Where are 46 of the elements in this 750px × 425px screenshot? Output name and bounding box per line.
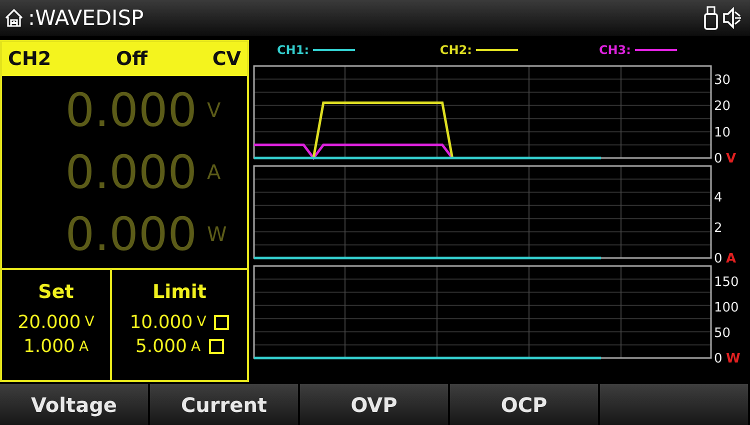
axis-unit-label: V <box>726 152 736 164</box>
output-state: Off <box>116 46 148 72</box>
axis-tick-label: 0 <box>714 252 722 264</box>
channel-label: CH2 <box>8 46 52 72</box>
set-unit: A <box>78 338 89 356</box>
softkey-button[interactable]: Current <box>150 384 300 425</box>
usb-drive-icon <box>704 6 718 30</box>
reading-value: 0.000 <box>65 211 197 257</box>
softkey-button[interactable]: Voltage <box>0 384 150 425</box>
legend-label: CH1: <box>277 42 309 59</box>
reading-unit: V <box>207 100 222 120</box>
reading-unit: W <box>207 224 225 244</box>
checkbox[interactable] <box>214 315 230 330</box>
axis-unit-label: W <box>726 352 740 364</box>
limit-value: 5.000 <box>135 334 187 359</box>
reading-value: 0.000 <box>65 87 197 133</box>
axis-tick-label: 2 <box>714 221 722 236</box>
set-heading: Set <box>38 280 74 305</box>
speaker-muted-icon <box>722 7 742 29</box>
set-value: 20.000 <box>18 310 81 334</box>
axis-tick-label: 50 <box>714 326 731 342</box>
home-icon[interactable] <box>4 8 24 28</box>
axis-unit-label: A <box>726 252 736 264</box>
limit-unit: V <box>196 313 206 332</box>
set-value: 1.000 <box>23 334 75 359</box>
legend-label: CH2: <box>440 42 472 59</box>
limit-unit: A <box>190 338 201 356</box>
axis-tick-label: 100 <box>714 300 739 316</box>
axis-tick-label: 30 <box>714 72 731 88</box>
checkbox[interactable] <box>208 339 224 354</box>
limit-heading: Limit <box>152 280 206 305</box>
reading-value: 0.000 <box>65 149 197 195</box>
axis-tick-label: 150 <box>714 275 739 290</box>
limit-value: 10.000 <box>130 310 193 334</box>
softkey-button[interactable]: OCP <box>450 384 600 425</box>
axis-tick-label: 4 <box>714 190 722 206</box>
set-unit: V <box>84 313 94 332</box>
screen-title: :WAVEDISP <box>28 8 144 28</box>
reading-unit: A <box>207 162 222 182</box>
axis-tick-label: 10 <box>714 125 731 140</box>
axis-tick-label: 20 <box>714 99 731 114</box>
legend-label: CH3: <box>598 42 631 59</box>
axis-tick-label: 0 <box>714 352 722 364</box>
softkey-button[interactable]: OVP <box>300 384 450 425</box>
mode-label: CV <box>212 46 241 72</box>
axis-tick-label: 0 <box>714 152 722 164</box>
